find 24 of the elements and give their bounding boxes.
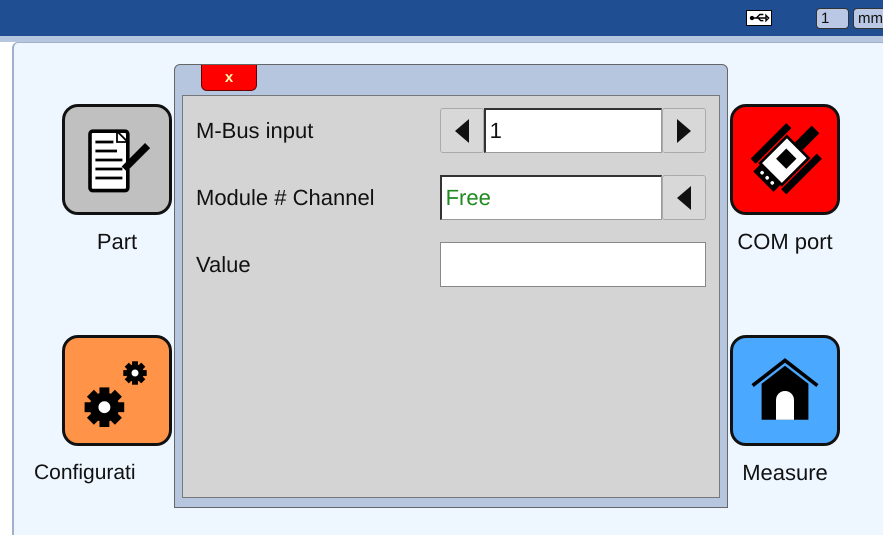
left-triangle-icon <box>677 186 691 210</box>
field-label: M-Bus input <box>196 117 314 145</box>
tile-label: Measure <box>742 462 828 484</box>
right-triangle-icon <box>677 118 691 142</box>
previous-button[interactable] <box>440 108 484 153</box>
next-button[interactable] <box>662 108 706 153</box>
app-tile[interactable] <box>730 104 840 215</box>
unit-field[interactable]: mm <box>853 8 883 28</box>
left-triangle-icon <box>454 118 469 142</box>
select-field[interactable]: Free <box>440 175 662 220</box>
app-tile[interactable] <box>62 104 172 215</box>
tile-label: Part <box>96 231 138 253</box>
app-tile[interactable] <box>730 335 840 446</box>
previous-button[interactable] <box>662 175 706 220</box>
tile-label: Configurati <box>34 462 137 483</box>
scale-field[interactable]: 1 <box>816 8 849 28</box>
field-label: Value <box>196 251 252 279</box>
field-label: Module # Channel <box>196 184 376 212</box>
app-tile[interactable] <box>62 335 172 446</box>
close-button[interactable]: x <box>201 65 257 91</box>
input-field[interactable] <box>440 242 706 287</box>
number-field[interactable]: 1 <box>484 108 662 153</box>
tile-label: COM port <box>737 231 833 253</box>
usb-icon <box>746 10 772 26</box>
